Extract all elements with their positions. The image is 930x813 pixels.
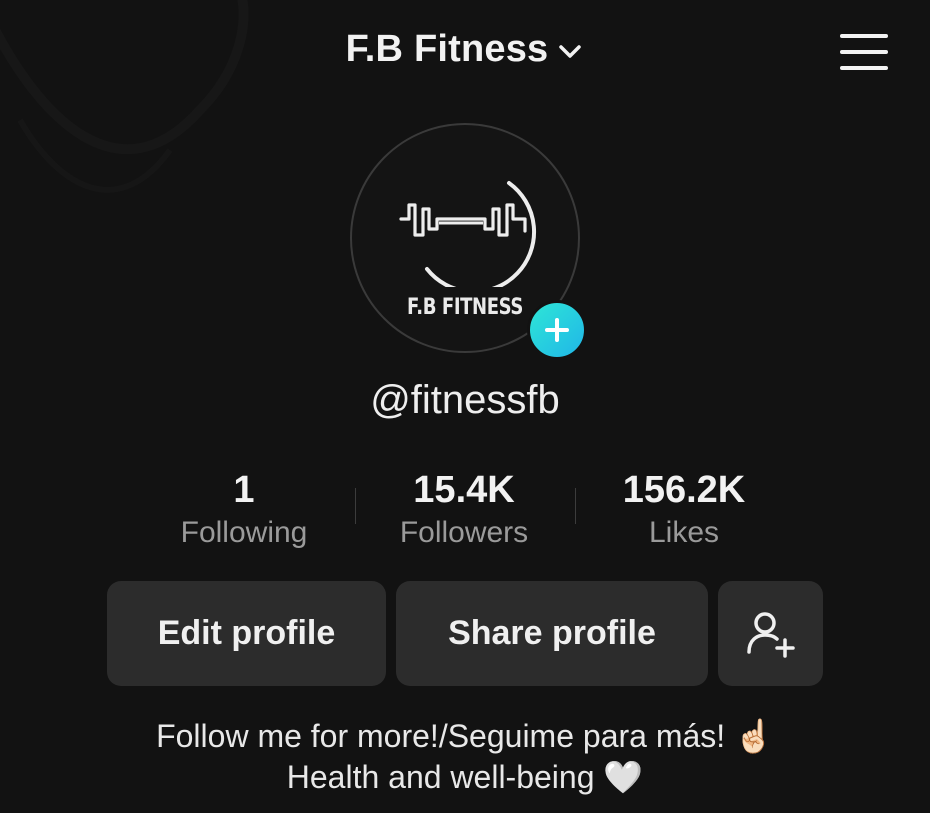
chevron-down-icon (559, 44, 582, 58)
edit-profile-button[interactable]: Edit profile (107, 581, 386, 686)
stat-following[interactable]: 1 Following (134, 468, 354, 558)
bio-line: Health and well-being 🤍 (286, 759, 644, 795)
barbell-heartbeat-logo (399, 181, 537, 287)
bio: Follow me for more!/Seguime para más! ☝🏻… (0, 716, 930, 798)
stats-row: 1 Following 15.4K Followers 156.2K Likes (134, 468, 794, 558)
username: @fitnessfb (370, 378, 560, 422)
bio-line: Follow me for more!/Seguime para más! ☝🏻 (156, 718, 774, 754)
person-plus-icon (746, 611, 795, 658)
account-name: F.B Fitness (345, 28, 549, 70)
stat-label: Following (180, 516, 308, 549)
profile-actions: Edit profile Share profile (107, 581, 823, 686)
stat-divider (575, 488, 576, 524)
stat-value: 156.2K (622, 469, 746, 511)
plus-icon (545, 318, 569, 342)
add-friend-button[interactable] (718, 581, 823, 686)
account-switcher[interactable]: F.B Fitness (0, 28, 930, 71)
profile-screen: F.B Fitness F.B FITNESS @fitnessfb 1 Fol… (0, 0, 930, 813)
stat-label: Followers (399, 516, 529, 549)
stat-value: 1 (233, 469, 255, 511)
share-profile-button[interactable]: Share profile (396, 581, 708, 686)
stat-divider (355, 488, 356, 524)
add-avatar-button[interactable] (527, 300, 587, 360)
stat-value: 15.4K (413, 469, 515, 511)
avatar-container: F.B FITNESS (350, 123, 587, 360)
menu-button[interactable] (840, 34, 888, 72)
stat-likes[interactable]: 156.2K Likes (574, 468, 794, 558)
stat-followers[interactable]: 15.4K Followers (354, 468, 574, 558)
hamburger-menu-icon (840, 34, 888, 70)
stat-label: Likes (648, 516, 720, 549)
